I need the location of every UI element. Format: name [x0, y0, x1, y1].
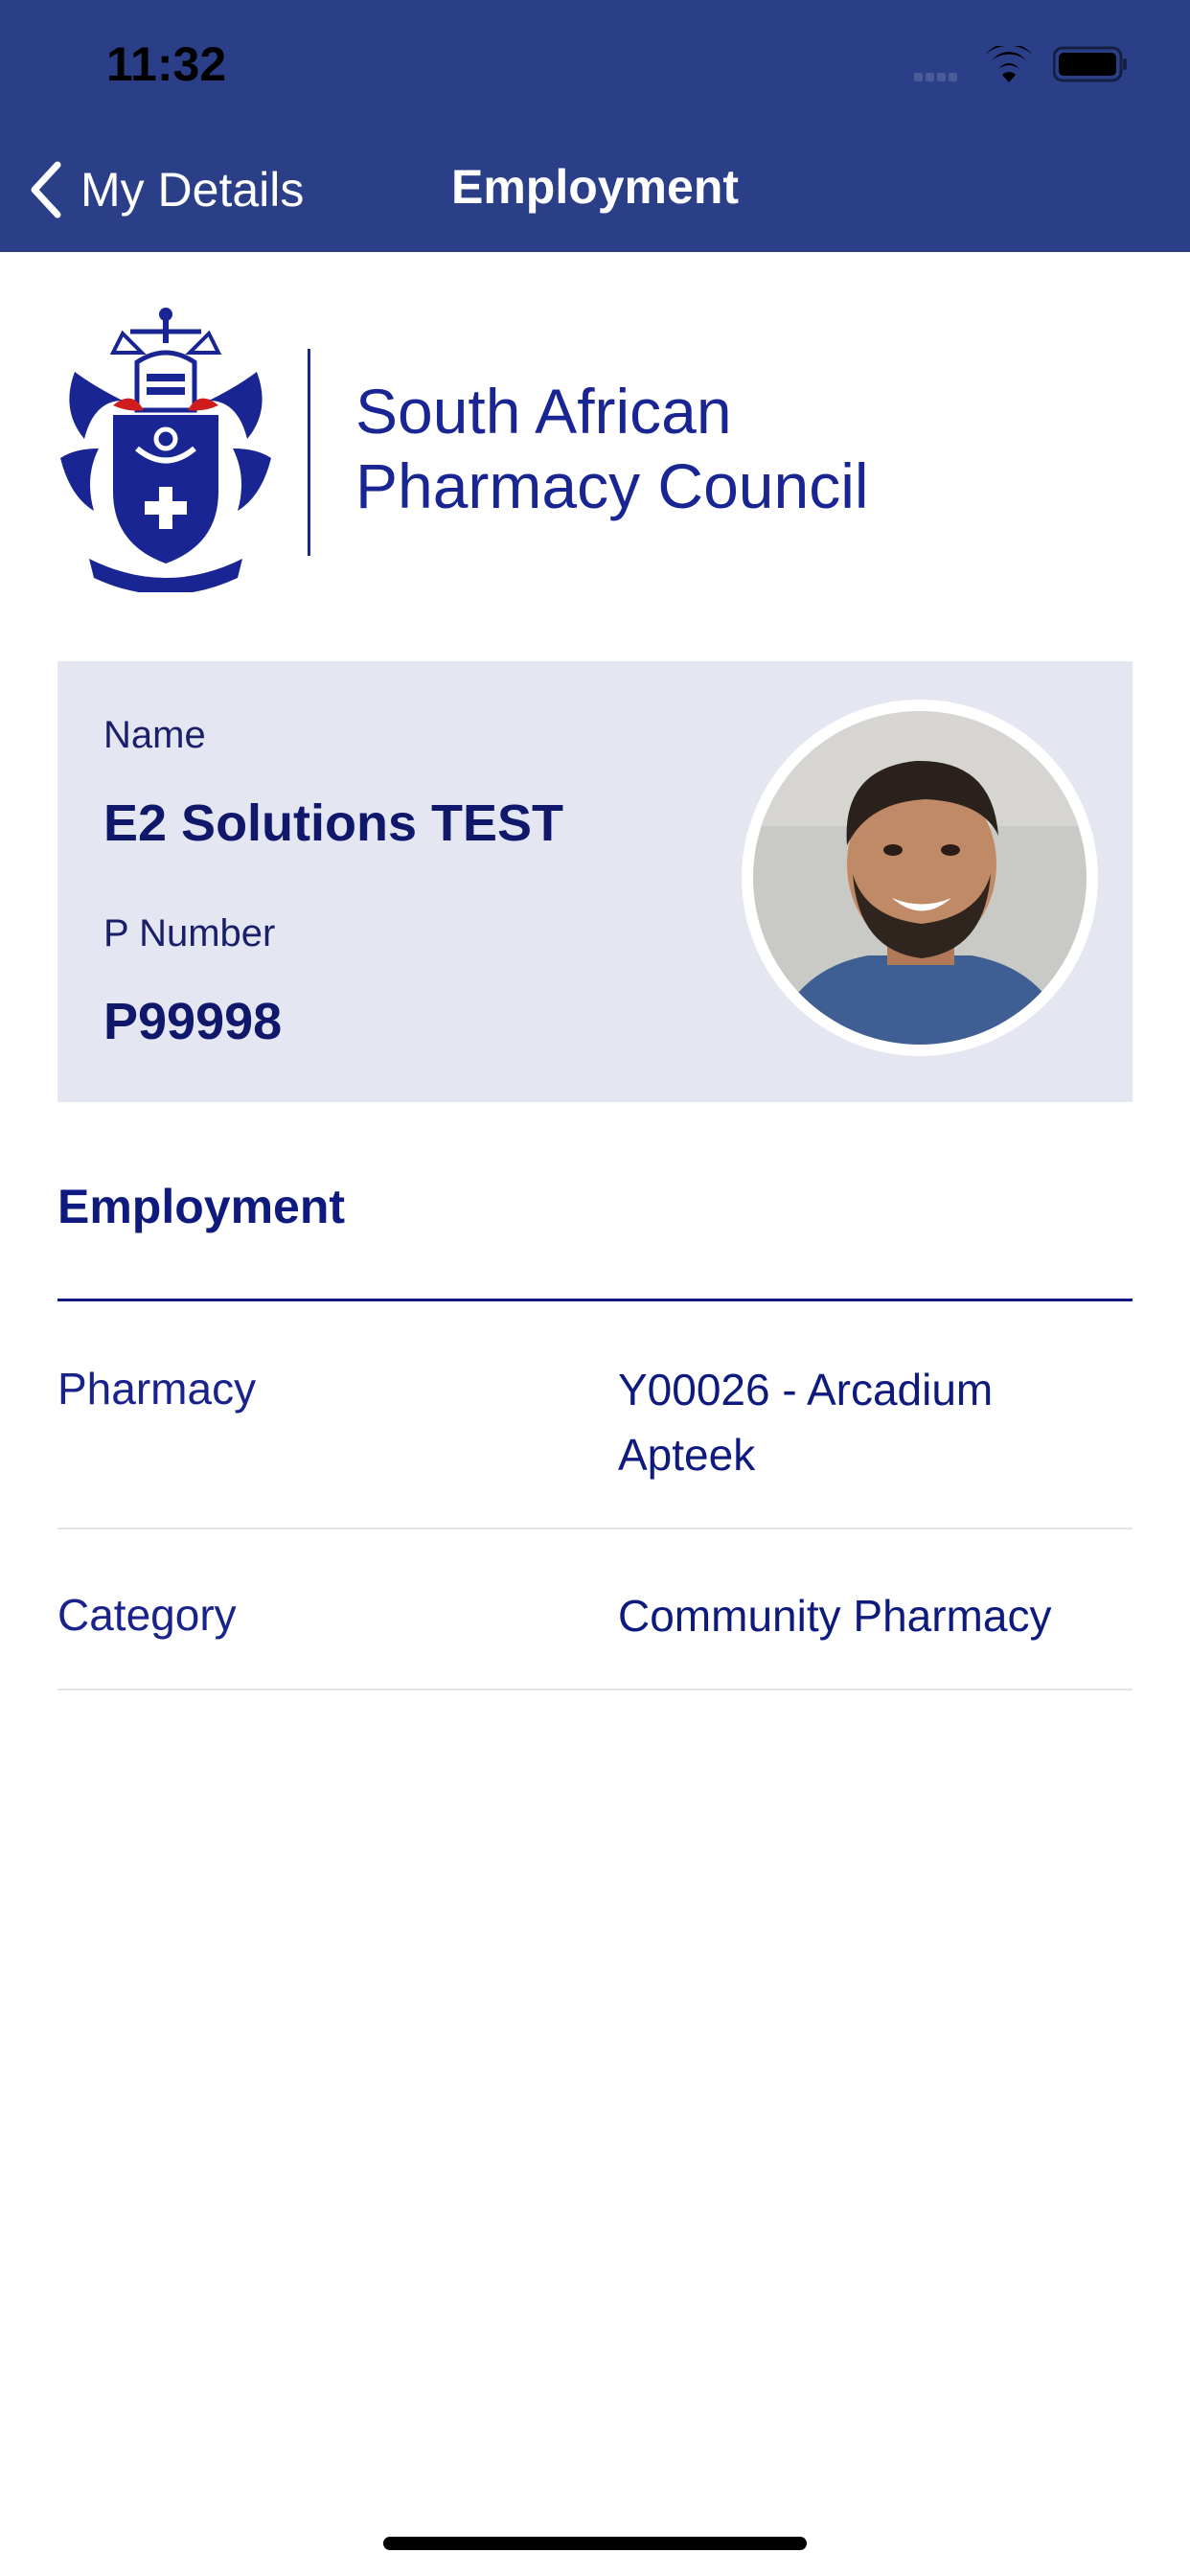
pharmacy-value: Y00026 - Arcadium Apteek — [618, 1357, 1135, 1487]
council-name-line2: Pharmacy Council — [355, 450, 869, 521]
battery-icon — [1053, 46, 1127, 82]
council-name-line1: South African — [355, 376, 732, 447]
category-value: Community Pharmacy — [618, 1591, 1052, 1641]
pnumber-label: P Number — [103, 912, 276, 954]
section-title: Employment — [57, 1180, 346, 1233]
row-divider — [57, 1528, 1133, 1530]
pnumber-value: P99998 — [103, 993, 283, 1050]
council-name: South African Pharmacy Council — [355, 374, 869, 523]
page-title: Employment — [450, 160, 740, 214]
name-value: E2 Solutions TEST — [103, 794, 564, 852]
name-label: Name — [103, 714, 206, 756]
avatar — [742, 700, 1098, 1056]
logo-divider — [308, 349, 310, 556]
profile-photo — [753, 711, 1087, 1045]
pharmacy-value-line1: Y00026 - Arcadium — [618, 1365, 994, 1414]
section-divider — [57, 1299, 1133, 1301]
pharmacy-value-line2: Apteek — [618, 1430, 756, 1480]
navigation-header: 11:32 My Details Employment — [0, 0, 1190, 252]
row-divider — [57, 1689, 1133, 1690]
home-indicator[interactable] — [383, 2537, 807, 2550]
status-time: 11:32 — [106, 37, 227, 91]
pharmacy-label: Pharmacy — [57, 1364, 257, 1414]
category-label: Category — [57, 1590, 237, 1640]
profile-card: Name E2 Solutions TEST P Number P99998 — [57, 661, 1133, 1102]
coat-of-arms-icon — [60, 308, 271, 592]
cellular-signal-icon — [914, 69, 960, 86]
wifi-icon — [984, 46, 1034, 82]
council-logo: South African Pharmacy Council — [56, 305, 1134, 602]
